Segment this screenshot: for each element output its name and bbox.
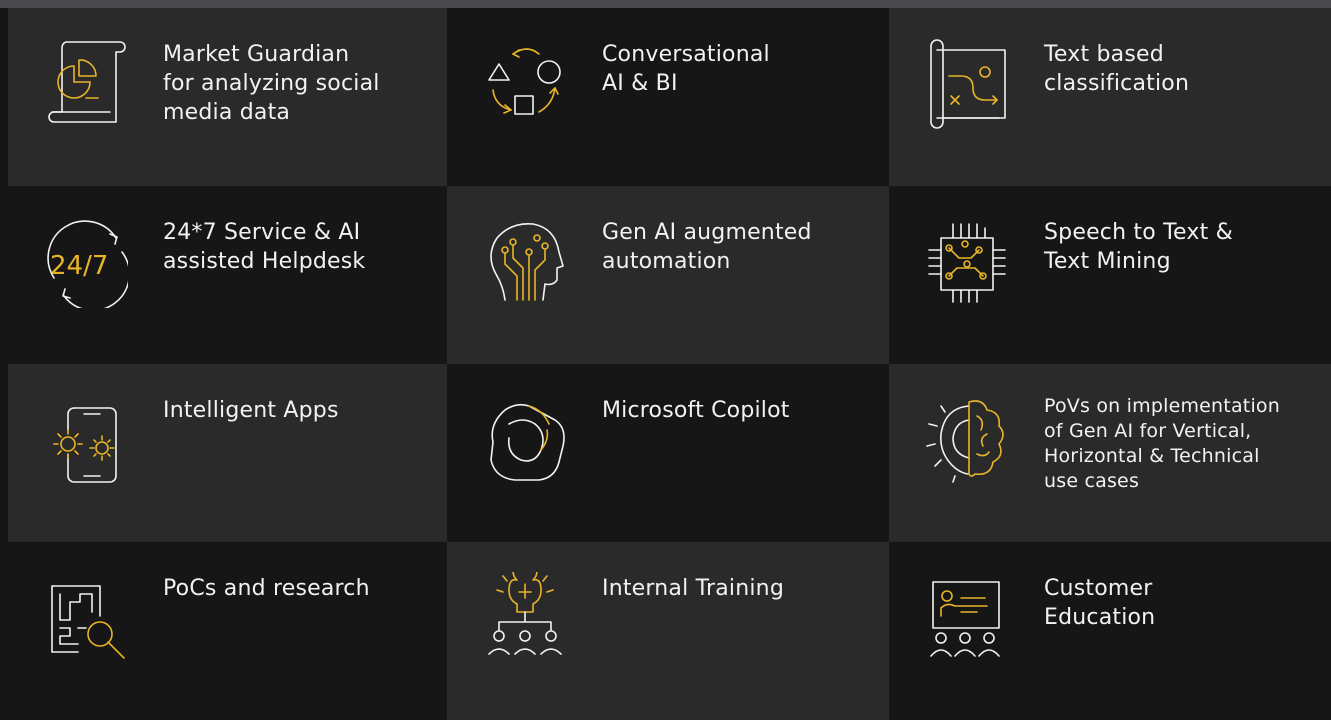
tile-label: Conversational AI & BI	[602, 42, 770, 96]
chip-circuit-icon	[925, 216, 1009, 308]
tile-label: Intelligent Apps	[163, 398, 339, 423]
svg-text:24/7: 24/7	[50, 251, 108, 281]
classification-map-icon	[925, 38, 1009, 130]
lightbulb-team-icon	[483, 572, 567, 664]
clock-247-icon: 24/7	[44, 216, 128, 308]
pie-chart-document-icon	[44, 38, 128, 130]
tile-label: Speech to Text & Text Mining	[1044, 220, 1233, 274]
tile-helpdesk[interactable]: 24/7 24*7 Service & AI assisted Helpdesk	[8, 186, 447, 364]
tile-speech-to-text[interactable]: Speech to Text & Text Mining	[889, 186, 1331, 364]
copilot-logo-icon	[483, 394, 567, 486]
phone-gears-icon	[44, 394, 128, 486]
tile-povs[interactable]: PoVs on implementation of Gen AI for Ver…	[889, 364, 1331, 542]
tile-label: Market Guardian for analyzing social med…	[163, 42, 380, 125]
tile-pocs-research[interactable]: PoCs and research	[8, 542, 447, 720]
tile-label: Customer Education	[1044, 576, 1156, 630]
tile-market-guardian[interactable]: Market Guardian for analyzing social med…	[8, 8, 447, 186]
tile-internal-training[interactable]: Internal Training	[447, 542, 889, 720]
tile-microsoft-copilot[interactable]: Microsoft Copilot	[447, 364, 889, 542]
tile-conversational-ai[interactable]: Conversational AI & BI	[447, 8, 889, 186]
maze-search-icon	[44, 572, 128, 664]
tile-customer-education[interactable]: Customer Education	[889, 542, 1331, 720]
tile-label: PoVs on implementation of Gen AI for Ver…	[1044, 395, 1280, 492]
tile-label: Gen AI augmented automation	[602, 220, 812, 274]
tile-label: Text based classification	[1044, 42, 1190, 96]
top-bar	[0, 0, 1331, 8]
presentation-audience-icon	[925, 572, 1009, 664]
tile-gen-ai-automation[interactable]: Gen AI augmented automation	[447, 186, 889, 364]
tile-label: 24*7 Service & AI assisted Helpdesk	[163, 220, 366, 274]
ai-head-icon	[483, 216, 567, 308]
tile-text-classification[interactable]: Text based classification	[889, 8, 1331, 186]
tile-label: Microsoft Copilot	[602, 398, 790, 423]
tile-intelligent-apps[interactable]: Intelligent Apps	[8, 364, 447, 542]
shapes-cycle-icon	[483, 38, 567, 130]
tile-label: PoCs and research	[163, 576, 370, 601]
gear-brain-icon	[925, 394, 1009, 486]
use-case-grid: Market Guardian for analyzing social med…	[8, 8, 1331, 720]
tile-label: Internal Training	[602, 576, 784, 601]
